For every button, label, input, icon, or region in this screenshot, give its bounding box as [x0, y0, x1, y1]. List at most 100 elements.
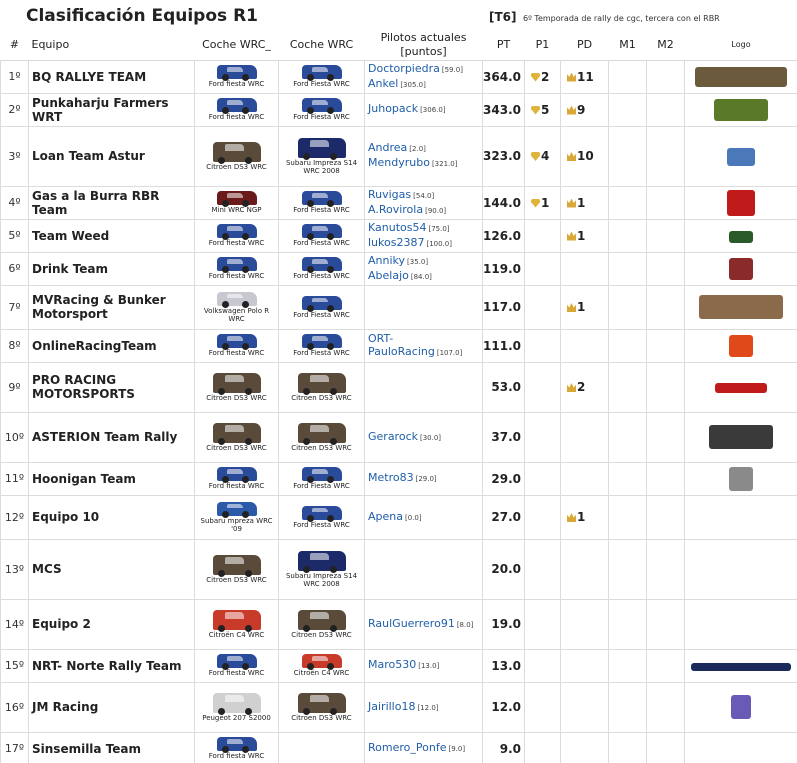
pilot-link[interactable]: Anniky [368, 254, 405, 267]
pilot-link[interactable]: Metro83 [368, 471, 414, 484]
team-logo [727, 147, 755, 166]
car2-cell: Citroen DS3 WRC [278, 411, 365, 463]
car1-cell: Peugeot 207 S2000 [194, 681, 279, 733]
table-row: 6º Drink Team Ford fiesta WRC Ford Fiesta W… [0, 251, 797, 286]
pilots-cell: Jairillo18 [12.0] [364, 681, 483, 733]
pilot-link[interactable]: ORT-PauloRacing [368, 332, 435, 358]
position-cell: 6º [0, 251, 29, 286]
pilot-link[interactable]: Abelajo [368, 269, 409, 282]
m2-cell [646, 494, 685, 540]
crown-icon [567, 231, 576, 241]
pilot-link[interactable]: A.Rovirola [368, 203, 423, 216]
car-model-label: Citroën C4 WRC [208, 630, 265, 639]
p1-cell [524, 648, 561, 683]
total-points: 126.0 [482, 218, 525, 253]
m2-cell [646, 461, 685, 496]
medal-icon [531, 72, 540, 82]
pilot-link[interactable]: Ankel [368, 77, 398, 90]
table-row: 5º Team Weed Ford fiesta WRC Ford Fiesta WR… [0, 218, 797, 253]
pilot-link[interactable]: Mendyrubo [368, 156, 430, 169]
table-header-row: # Equipo Coche WRC_ Coche WRC Pilotos ac… [0, 30, 797, 61]
pilot-link[interactable]: Romero_Ponfe [368, 741, 446, 754]
team-logo [699, 295, 783, 319]
position-cell: 9º [0, 361, 29, 413]
team-logo [714, 98, 768, 121]
p1-cell: 4 [524, 125, 561, 187]
car-model-label: Subaru Impreza S14 WRC 2008 [285, 571, 358, 588]
pilot-link[interactable]: Andrea [368, 141, 407, 154]
pd-cell [560, 598, 609, 650]
pilot-entry: Romero_Ponfe [9.0] [368, 741, 482, 756]
p1-cell [524, 284, 561, 330]
car-image [212, 141, 261, 164]
m2-cell [646, 361, 685, 413]
pd-cell: 9 [560, 92, 609, 127]
car-model-label: Ford fiesta WRC [208, 669, 265, 677]
table-row: 8º OnlineRacingTeam Ford fiesta WRC Ford Fi… [0, 328, 797, 363]
pilots-cell: Andrea [2.0] Mendyrubo [321.0] [364, 125, 483, 187]
car2-cell: Subaru Impreza S14 WRC 2008 [278, 125, 365, 187]
pilots-cell: ORT-PauloRacing [107.0] [364, 328, 483, 363]
pilot-link[interactable]: Gerarock [368, 430, 418, 443]
pd-count: 9 [577, 102, 586, 117]
pilot-entry: Andrea [2.0] [368, 141, 482, 156]
pilot-entry: A.Rovirola [90.0] [368, 203, 482, 218]
car-image [301, 505, 342, 522]
team-name: BQ RALLYE TEAM [28, 59, 195, 94]
pd-count: 1 [577, 300, 586, 314]
m2-cell [646, 731, 685, 763]
pilot-link[interactable]: Ruvigas [368, 188, 411, 201]
pilot-link[interactable]: Juhopack [368, 102, 418, 115]
team-name: Team Weed [28, 218, 195, 253]
pilot-link[interactable]: RaulGuerrero91 [368, 617, 455, 630]
m2-cell [646, 411, 685, 463]
pilot-points: [2.0] [409, 145, 426, 153]
pilots-header-line1: Pilotos actuales [380, 30, 467, 44]
m2-cell [646, 218, 685, 253]
pilot-link[interactable]: Doctorpiedra [368, 62, 440, 75]
position-cell: 11º [0, 461, 29, 496]
table-row: 1º BQ RALLYE TEAM Ford fiesta WRC Ford Fies… [0, 59, 797, 94]
pilot-link[interactable]: Apena [368, 510, 403, 523]
car1-cell: Mini WRC NGP [194, 185, 279, 220]
team-name: MCS [28, 538, 195, 600]
m1-cell [608, 731, 647, 763]
car-image [216, 224, 257, 240]
car-model-label: Citroen DS3 WRC [291, 393, 352, 402]
team-name: Punkaharju Farmers WRT [28, 92, 195, 127]
car-image [216, 654, 257, 670]
pilot-entry: Anniky [35.0] [368, 254, 482, 269]
table-row: 17º Sinsemilla Team Ford fiesta WRC Romero_… [0, 731, 797, 763]
standings-body: 1º BQ RALLYE TEAM Ford fiesta WRC Ford Fies… [0, 59, 797, 763]
pilot-entry: RaulGuerrero91 [8.0] [368, 617, 482, 632]
pilot-link[interactable]: Kanutos54 [368, 221, 426, 234]
car-image [216, 334, 257, 350]
car-model-label: Ford Fiesta WRC [293, 520, 350, 529]
car-model-label: Citroen DS3 WRC [291, 630, 352, 639]
total-points: 9.0 [482, 731, 525, 763]
car-model-label: Volkswagen Polo R WRC [203, 306, 270, 323]
car1-cell: Ford fiesta WRC [194, 328, 279, 363]
logo-cell [684, 92, 797, 127]
pilot-link[interactable]: lukos2387 [368, 236, 424, 249]
season-code: [T6] [489, 10, 517, 24]
car1-cell: Citroen DS3 WRC [194, 411, 279, 463]
team-name: Equipo 2 [28, 598, 195, 650]
car-model-label: Ford Fiesta WRC [293, 113, 350, 121]
logo-cell [684, 731, 797, 763]
total-points: 13.0 [482, 648, 525, 683]
pilots-cell: Juhopack [306.0] [364, 92, 483, 127]
pilot-link[interactable]: Maro530 [368, 658, 416, 671]
p1-cell [524, 681, 561, 733]
medal-icon [531, 198, 540, 208]
car-image [212, 372, 261, 395]
pilot-link[interactable]: Jairillo18 [368, 700, 415, 713]
total-points: 144.0 [482, 185, 525, 220]
medal-icon [531, 152, 540, 161]
pilot-points: [29.0] [415, 475, 437, 483]
table-row: 15º NRT- Norte Rally Team Ford fiesta WRC C… [0, 648, 797, 683]
car-model-label: Mini WRC NGP [211, 206, 262, 214]
car-model-label: Ford fiesta WRC [208, 482, 265, 490]
m1-cell [608, 125, 647, 187]
pilot-points: [0.0] [405, 513, 422, 522]
